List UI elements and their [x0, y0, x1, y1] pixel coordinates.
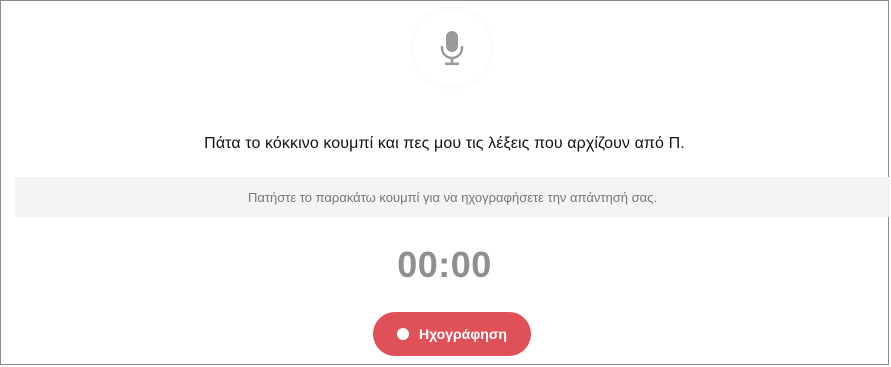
instruction-bar: Πατήστε το παρακάτω κουμπί για να ηχογρα…: [15, 177, 890, 217]
record-button-label: Ηχογράφηση: [419, 326, 507, 342]
recording-timer: 00:00: [397, 244, 492, 285]
microphone-badge: [413, 9, 491, 87]
record-dot-icon: [397, 328, 410, 340]
microphone-icon: [440, 31, 464, 66]
recorder-panel: Πάτα το κόκκινο κουμπί και πες μου τις λ…: [0, 0, 890, 365]
question-text: Πάτα το κόκκινο κουμπί και πες μου τις λ…: [204, 135, 685, 152]
record-button[interactable]: Ηχογράφηση: [373, 312, 531, 356]
instruction-text: Πατήστε το παρακάτω κουμπί για να ηχογρα…: [248, 189, 657, 205]
